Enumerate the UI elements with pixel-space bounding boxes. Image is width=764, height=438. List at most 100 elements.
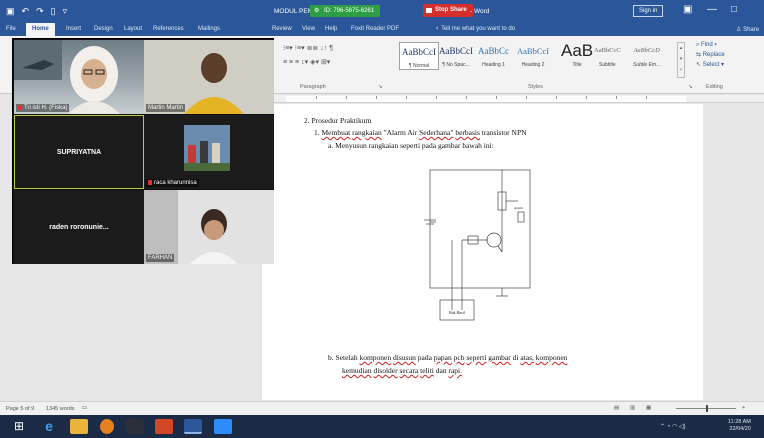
video-gallery-panel[interactable]: Tri isti H. (Fiska) Martin Martin SUPRIY… [12, 38, 274, 264]
zoom-icon[interactable] [214, 419, 232, 434]
stop-share-button[interactable]: Stop Share [423, 4, 473, 17]
person-icon: ♙ [736, 27, 742, 33]
word-count[interactable]: 1345 words [46, 406, 74, 412]
pilcrow-icon[interactable]: ¶ [329, 45, 333, 52]
style-subtitle[interactable]: AaBbCcC Subtitle [594, 42, 621, 68]
word-icon[interactable] [184, 419, 202, 434]
transistor-symbol [486, 232, 502, 248]
media-app-icon[interactable] [100, 419, 114, 434]
paragraph-launcher-icon[interactable]: ↘ [378, 84, 383, 90]
tab-home[interactable]: Home [26, 23, 55, 36]
share-button[interactable]: ♙ Share [736, 26, 759, 33]
style-heading-2[interactable]: AaBbCcI Heading 2 [517, 42, 549, 68]
tell-me-box[interactable]: ♀ Tell me what you want to do [435, 26, 515, 32]
circuit-diagram[interactable]: Bak Hasil Alarm [422, 162, 537, 322]
tab-file[interactable]: File [6, 26, 16, 32]
sign-in-button[interactable]: Sign in [633, 5, 664, 17]
system-tray[interactable]: ⌃ ◔ ◠ ◁) [660, 423, 686, 430]
participant-name-text: Tri isti H. (Fiska) [24, 105, 68, 111]
undo-icon[interactable]: ↶ [22, 6, 30, 16]
tab-help[interactable]: Help [325, 26, 337, 32]
tab-foxit[interactable]: Foxit Reader PDF [351, 26, 399, 32]
tab-view[interactable]: View [302, 26, 315, 32]
print-layout-icon[interactable]: ▥ [630, 405, 635, 411]
text-run: Membuat [321, 128, 351, 137]
horizontal-ruler[interactable] [236, 95, 764, 103]
meeting-id-pill[interactable]: ⚙ ID: 796-5875-6261 [310, 5, 381, 17]
read-mode-icon[interactable]: ▤ [614, 405, 619, 411]
powerpoint-icon[interactable] [155, 419, 173, 434]
style-sample: AaBbCcI [439, 46, 473, 56]
edge-icon[interactable]: e [40, 419, 58, 434]
styles-launcher-icon[interactable]: ↘ [688, 84, 693, 90]
indent-icon[interactable]: ≣≣ [307, 45, 319, 52]
video-tile-active[interactable]: SUPRIYATNA [14, 115, 144, 189]
bullets-icon[interactable]: ⁝≡▾ [283, 45, 293, 52]
chevron-up-icon[interactable]: ▴ [678, 43, 684, 54]
tab-insert[interactable]: Insert [66, 26, 81, 32]
file-explorer-icon[interactable] [70, 419, 88, 434]
tab-review[interactable]: Review [272, 26, 292, 32]
editing-group: ⌕ Find ▾ ⇆ Replace ↖ Select ▾ [696, 40, 725, 70]
new-doc-icon[interactable]: ▯ [51, 6, 56, 16]
proofing-icon[interactable]: ▭ [82, 405, 87, 411]
clock[interactable]: 11:28 AM 22/04/20 [728, 419, 751, 433]
document-area[interactable]: 2. Prosedur Praktikum 1. Membuat rangkai… [236, 104, 764, 400]
style-no-spacing[interactable]: AaBbCcI ¶ No Spac... [439, 42, 473, 68]
styles-group-label: Styles [528, 84, 543, 90]
tab-design[interactable]: Design [94, 26, 113, 32]
replace-button[interactable]: ⇆ Replace [696, 50, 725, 60]
shading-icon[interactable]: ◈▾ [310, 59, 319, 66]
style-title[interactable]: AaB Title [561, 41, 594, 69]
tab-mailings[interactable]: Mailings [198, 26, 220, 32]
line-spacing-icon[interactable]: ↕▾ [301, 59, 308, 66]
style-heading-1[interactable]: AaBbCc Heading 1 [478, 42, 509, 68]
zoom-in-icon[interactable]: + [742, 405, 745, 411]
sort-icon[interactable]: ↓↑ [320, 45, 327, 52]
select-button[interactable]: ↖ Select ▾ [696, 60, 725, 70]
chevron-down-icon[interactable]: ▾ [678, 54, 684, 65]
text-run: papan [433, 353, 452, 362]
text-run: pcb [453, 353, 465, 362]
style-sample: AaB [561, 41, 594, 60]
save-icon[interactable]: ▣ [6, 6, 15, 16]
windows-start-icon[interactable]: ⊞ [10, 419, 28, 434]
numbering-icon[interactable]: ⁝≡▾ [295, 45, 305, 52]
minimize-button[interactable]: — [707, 4, 717, 16]
restore-button[interactable]: □ [731, 4, 737, 16]
chevron-up-icon[interactable]: ⌃ [660, 424, 665, 430]
style-sample: AaBbCc [478, 46, 509, 56]
video-tile[interactable]: raca kharunnisa [144, 115, 274, 189]
app-icon[interactable] [126, 419, 144, 434]
style-name: Heading 2 [521, 62, 545, 68]
stop-share-label: Stop Share [435, 7, 467, 13]
volume-icon[interactable]: ◁) [679, 424, 686, 430]
video-tile[interactable]: raden roronunie... [14, 190, 144, 264]
style-normal[interactable]: AaBbCcI ¶ Normal [399, 42, 439, 70]
zoom-slider-thumb[interactable] [706, 405, 708, 412]
ruler-tick [466, 96, 467, 99]
ruler-tick [376, 96, 377, 99]
wifi-icon[interactable]: ◠ [672, 424, 677, 430]
ribbon-display-icon[interactable]: ▣ [683, 4, 692, 16]
tab-references[interactable]: References [153, 26, 184, 32]
customize-icon[interactable]: ▿ [63, 6, 68, 16]
document-page[interactable]: 2. Prosedur Praktikum 1. Membuat rangkai… [262, 104, 703, 400]
align-icon[interactable]: ≡ ≡ ≡ [283, 59, 299, 66]
styles-scroll[interactable]: ▴ ▾ ▿ [677, 42, 685, 78]
video-tile[interactable]: Tri isti H. (Fiska) [14, 40, 144, 114]
tab-layout[interactable]: Layout [124, 26, 142, 32]
text-run: atas, [520, 353, 534, 362]
video-tile[interactable]: FARHAN [144, 190, 274, 264]
page-count[interactable]: Page 5 of 9 [6, 406, 34, 412]
redo-icon[interactable]: ↷ [36, 6, 44, 16]
style-subtle-emphasis[interactable]: AaBbCcD Subtle Em... [633, 42, 660, 68]
text-run: seperti [466, 353, 487, 362]
network-icon[interactable]: ◔ [667, 424, 671, 430]
web-layout-icon[interactable]: ▦ [646, 405, 651, 411]
find-button[interactable]: ⌕ Find ▾ [696, 40, 725, 50]
stop-icon [426, 8, 432, 13]
more-icon[interactable]: ▿ [678, 65, 684, 76]
video-tile[interactable]: Martin Martin [144, 40, 274, 114]
borders-icon[interactable]: ⊞▾ [321, 59, 330, 66]
